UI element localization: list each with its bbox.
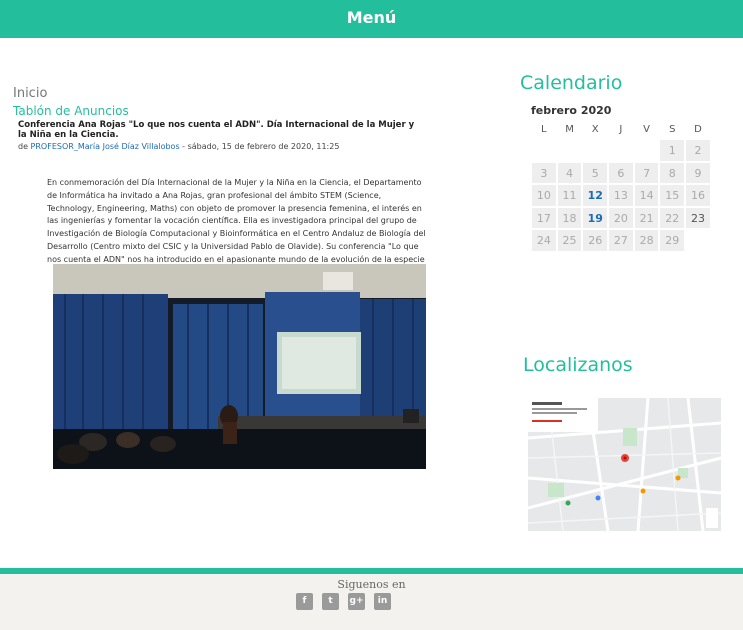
calendar-grid: LMXJVSD 1 2 3 4 5 6 7 8 9 10 11 12 13 14 15 16 17 18 19 20 2… (531, 124, 711, 252)
calendar-day: 10 (531, 184, 557, 207)
calendar-weekday: X (591, 124, 599, 135)
google-plus-icon[interactable]: g+ (348, 593, 365, 610)
location-map[interactable] (528, 398, 721, 531)
calendar-day: 3 (531, 161, 557, 184)
calendar-day: 7 (633, 161, 660, 184)
location-title: Localizanos (523, 354, 633, 376)
calendar-weekday: L (541, 124, 547, 135)
calendar-title: Calendario (520, 72, 623, 94)
calendar-day: 23 (685, 206, 711, 229)
footer: Siguenos en f t g+ in (0, 574, 743, 630)
calendar-day: 25 (556, 229, 583, 252)
calendar-day: 8 (659, 161, 686, 184)
calendar-empty-day (685, 229, 711, 252)
calendar-month: febrero 2020 (531, 104, 612, 117)
menu-button[interactable]: Menú (0, 8, 743, 27)
calendar-weekday: S (669, 124, 676, 135)
calendar-weekday: V (643, 124, 651, 135)
calendar-day[interactable]: 19 (582, 206, 609, 229)
calendar-day: 15 (659, 184, 686, 207)
calendar-day: 13 (608, 184, 634, 207)
calendar-weekday-row: LMXJVSD (531, 124, 711, 139)
post-meta: de PROFESOR_María José Díaz Villalobos -… (18, 142, 418, 151)
calendar-day: 17 (531, 206, 557, 229)
calendar-week-row: 10 11 12 13 14 15 16 (531, 184, 711, 207)
breadcrumb-home[interactable]: Inicio (13, 86, 47, 101)
calendar-day: 1 (659, 139, 686, 162)
calendar-day: 4 (556, 161, 583, 184)
social-links: f t g+ in (296, 593, 391, 610)
calendar-day: 16 (685, 184, 711, 207)
follow-label: Siguenos en (337, 578, 406, 591)
post-author-link[interactable]: PROFESOR_María José Díaz Villalobos (31, 142, 180, 151)
post-title[interactable]: Conferencia Ana Rojas "Lo que nos cuenta… (18, 120, 418, 140)
calendar-empty-day (608, 139, 634, 162)
calendar-day: 20 (608, 206, 634, 229)
calendar-day: 6 (608, 161, 634, 184)
conference-photo (53, 264, 426, 469)
calendar-weekday: M (565, 124, 574, 135)
calendar-day: 22 (659, 206, 686, 229)
calendar-week-row: 3456789 (531, 161, 711, 184)
calendar-week-row: 12 (531, 139, 711, 162)
calendar-day: 28 (633, 229, 660, 252)
calendar-week-row: 24 25 26 27 28 29 (531, 229, 711, 252)
calendar-day: 27 (608, 229, 634, 252)
calendar-day: 14 (633, 184, 660, 207)
map-graphic (528, 398, 721, 531)
calendar-day: 2 (685, 139, 711, 162)
linkedin-icon[interactable]: in (374, 593, 391, 610)
calendar-weekday: D (694, 124, 702, 135)
calendar-day: 9 (685, 161, 711, 184)
post-date: - sábado, 15 de febrero de 2020, 11:25 (182, 142, 340, 151)
calendar-day: 5 (582, 161, 609, 184)
calendar-week-row: 17 18 19 20 21 22 23 (531, 206, 711, 229)
calendar-empty-day (531, 139, 557, 162)
conference-photo-graphic (53, 264, 426, 469)
calendar-day: 18 (556, 206, 583, 229)
calendar-day: 21 (633, 206, 660, 229)
calendar-empty-day (582, 139, 608, 162)
post-body: En conmemoración del Día Internacional d… (47, 178, 426, 264)
calendar-day[interactable]: 12 (582, 184, 609, 207)
calendar-day: 11 (556, 184, 583, 207)
section-link[interactable]: Tablón de Anuncios (13, 104, 129, 118)
calendar-body: 1 2 3 4 5 6 7 8 9 10 11 12 13 14 15 16 17 18 19 20 21 22 23 24 2… (531, 139, 711, 252)
facebook-icon[interactable]: f (296, 593, 313, 610)
post-meta-prefix: de (18, 142, 28, 151)
top-bar: Menú (0, 0, 743, 38)
calendar-day: 24 (531, 229, 557, 252)
calendar-empty-day (634, 139, 660, 162)
calendar-weekday: J (619, 124, 623, 135)
calendar-empty-day (557, 139, 583, 162)
twitter-icon[interactable]: t (322, 593, 339, 610)
calendar-day: 29 (659, 229, 686, 252)
calendar-day: 26 (582, 229, 609, 252)
